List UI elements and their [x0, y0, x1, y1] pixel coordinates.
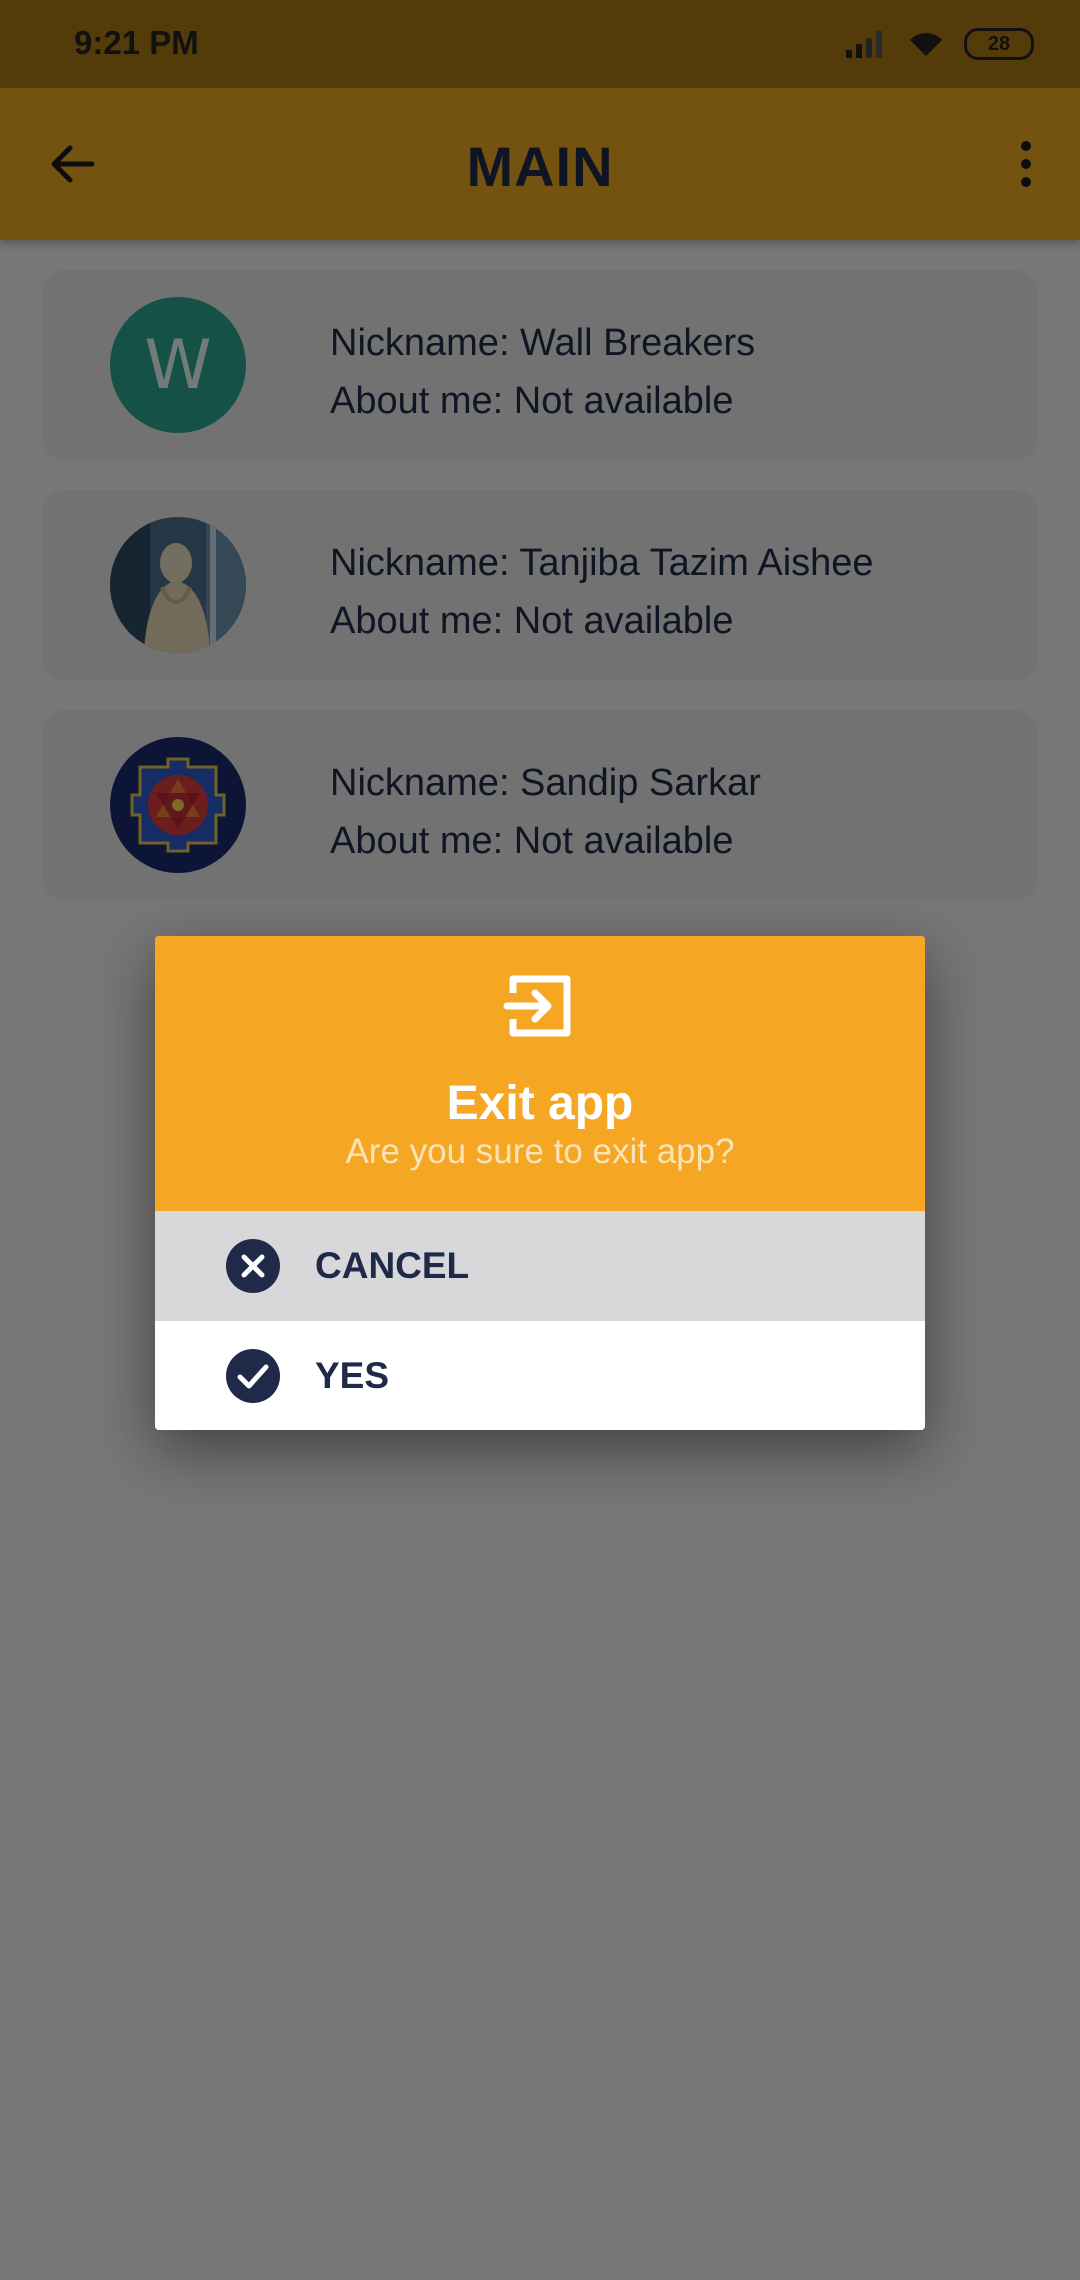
exit-dialog: Exit app Are you sure to exit app? CANCE… — [155, 936, 925, 1430]
dialog-header: Exit app Are you sure to exit app? — [155, 936, 925, 1211]
yes-button[interactable]: YES — [155, 1321, 925, 1430]
cancel-circle-icon — [226, 1239, 280, 1293]
yes-label: YES — [315, 1355, 390, 1396]
exit-to-app-icon — [503, 975, 571, 1037]
check-circle-icon — [226, 1349, 280, 1403]
dialog-subtitle: Are you sure to exit app? — [345, 1132, 735, 1171]
dialog-title: Exit app — [446, 1077, 634, 1130]
cancel-button[interactable]: CANCEL — [155, 1211, 925, 1321]
cancel-label: CANCEL — [315, 1245, 470, 1286]
